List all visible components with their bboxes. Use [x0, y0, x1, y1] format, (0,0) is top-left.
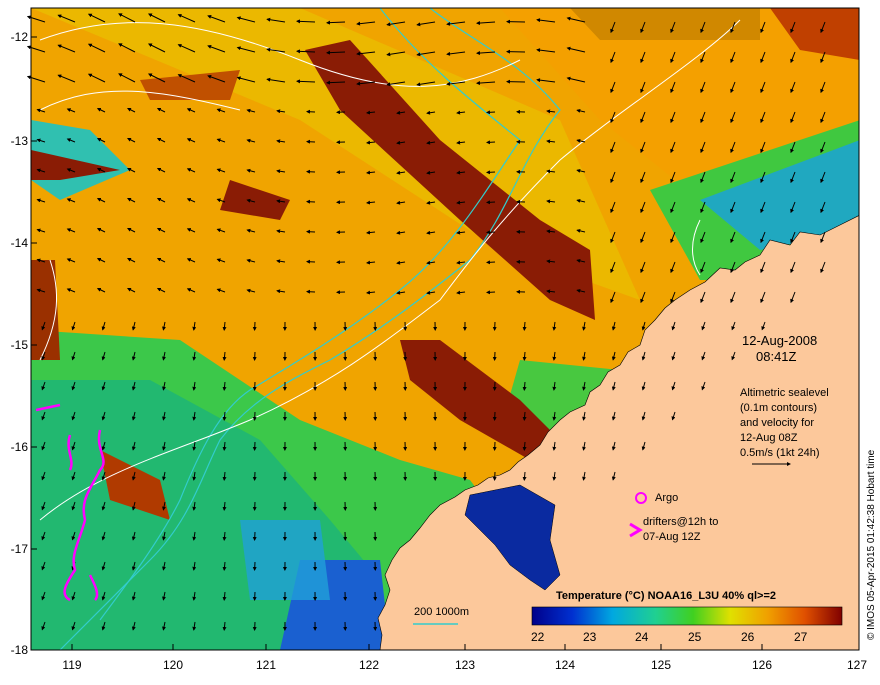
altimetry-line: 12-Aug 08Z [740, 431, 797, 445]
altimetry-line: and velocity for [740, 416, 814, 430]
orange-n [570, 8, 760, 40]
colorbar-title: Temperature (°C) NOAA16_L3U 40% ql>=2 [556, 589, 776, 603]
map-date: 12-Aug-2008 [742, 334, 817, 348]
velocity-arrow [524, 442, 525, 450]
lat-label: -12 [2, 30, 28, 44]
isobath-label: 200 1000m [414, 605, 469, 619]
lat-label: -16 [2, 440, 28, 454]
lon-label: 124 [545, 658, 585, 672]
lon-label: 123 [445, 658, 485, 672]
sst-field [31, 8, 860, 650]
velocity-arrow [487, 172, 495, 173]
map-canvas: -12 -13 -14 -15 -16 -17 -18 119 120 121 … [0, 0, 880, 680]
colorbar-tick: 23 [583, 630, 596, 644]
lon-label: 121 [246, 658, 286, 672]
velocity-arrow [487, 232, 495, 233]
velocity-arrow [487, 142, 495, 143]
lon-label: 120 [153, 658, 193, 672]
velocity-arrow [524, 412, 525, 420]
colorbar-tick: 25 [688, 630, 701, 644]
lon-label: 126 [742, 658, 782, 672]
velocity-arrow [487, 292, 495, 293]
map-time: 08:41Z [756, 350, 796, 364]
velocity-arrow [524, 382, 525, 390]
lon-label: 122 [349, 658, 389, 672]
altimetry-line: 0.5m/s (1kt 24h) [740, 446, 819, 460]
lat-label: -14 [2, 236, 28, 250]
velocity-arrow [487, 112, 495, 113]
velocity-arrow [487, 202, 495, 203]
lon-label: 127 [837, 658, 877, 672]
lon-label: 125 [641, 658, 681, 672]
lat-label: -13 [2, 134, 28, 148]
argo-label: Argo [655, 491, 678, 505]
velocity-arrow [524, 472, 525, 480]
velocity-arrow [487, 262, 495, 263]
colorbar-tick: 27 [794, 630, 807, 644]
velocity-arrow [524, 322, 525, 330]
velocity-arrow [524, 352, 525, 360]
lat-label: -18 [2, 643, 28, 657]
lat-label: -17 [2, 542, 28, 556]
altimetry-line: (0.1m contours) [740, 401, 817, 415]
colorbar-tick: 24 [635, 630, 648, 644]
altimetry-line: Altimetric sealevel [740, 386, 829, 400]
drifters-label: 07-Aug 12Z [643, 530, 700, 544]
colorbar-tick: 26 [741, 630, 754, 644]
colorbar-tick: 22 [531, 630, 544, 644]
colorbar [532, 607, 842, 625]
drifters-label: drifters@12h to [643, 515, 718, 529]
credit-text: © IMOS 05-Apr-2015 01:42:38 Hobart time [866, 450, 877, 640]
lon-label: 119 [52, 658, 92, 672]
lat-label: -15 [2, 338, 28, 352]
